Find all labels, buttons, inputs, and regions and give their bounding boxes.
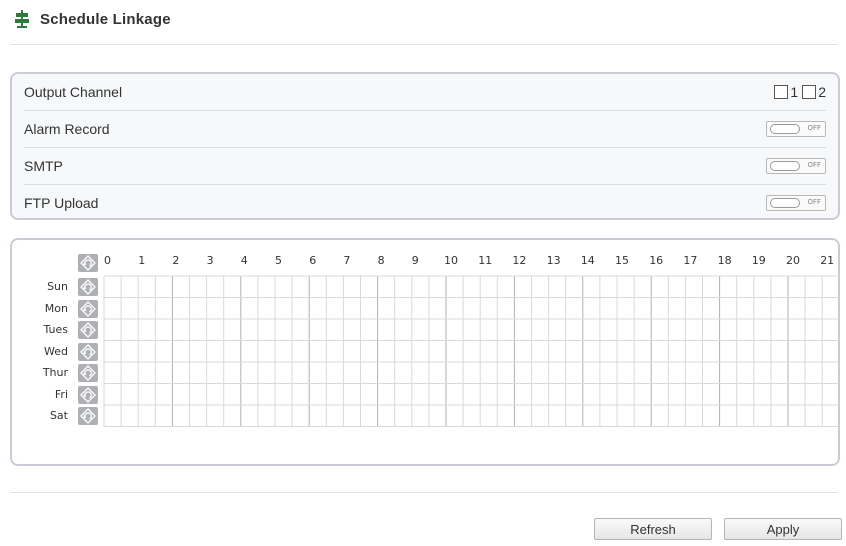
ftp-upload-toggle[interactable]: OFF — [766, 195, 826, 211]
page-header: Schedule Linkage — [14, 8, 171, 30]
channel-2-checkbox[interactable] — [802, 85, 817, 99]
alarm-record-toggle[interactable]: OFF — [766, 121, 826, 137]
cycle-icon — [80, 386, 96, 403]
day-label-sun: Sun — [47, 280, 68, 293]
refresh-button[interactable]: Refresh — [594, 518, 712, 540]
day-label-sat: Sat — [49, 409, 68, 422]
toggle-knob — [770, 198, 800, 208]
toggle-knob — [770, 161, 800, 171]
option-row-smtp: SMTP OFF — [24, 148, 826, 185]
day-cycle-button-sat[interactable] — [78, 407, 98, 425]
smtp-toggle[interactable]: OFF — [766, 158, 826, 174]
apply-button[interactable]: Apply — [724, 518, 842, 540]
schedule-panel: 0 1 2 3 4 5 6 7 8 9 10 11 12 13 14 15 16 17 18 19 20 21 Sun Mon… — [10, 238, 840, 466]
schedule-grid: 0 1 2 3 4 5 6 7 8 9 10 11 12 13 14 15 16 17 18 19 20 21 Sun Mon… — [12, 240, 838, 464]
channel-1-checkbox[interactable] — [774, 85, 789, 99]
toggle-state: OFF — [807, 198, 821, 206]
output-channel-checkboxes: 1 2 — [770, 84, 826, 100]
schedule-cells[interactable] — [12, 240, 838, 464]
ftp-upload-label: FTP Upload — [24, 195, 99, 211]
day-cycle-button-thur[interactable] — [78, 364, 98, 382]
day-cycle-button-sun[interactable] — [78, 278, 98, 296]
option-row-ftp-upload: FTP Upload OFF — [24, 185, 826, 221]
toggle-state: OFF — [807, 124, 821, 132]
linkage-options-panel: Output Channel 1 2 Alarm Record OFF SMTP… — [10, 72, 840, 220]
cycle-icon — [80, 300, 96, 317]
cycle-icon — [80, 408, 96, 424]
option-row-alarm-record: Alarm Record OFF — [24, 111, 826, 148]
output-channel-label: Output Channel — [24, 84, 123, 100]
footer-divider — [10, 492, 838, 493]
cycle-icon — [80, 322, 96, 338]
toggle-state: OFF — [807, 161, 821, 169]
page-title: Schedule Linkage — [40, 10, 171, 28]
day-label-tues: Tues — [43, 323, 68, 336]
cycle-icon — [80, 343, 96, 360]
alarm-record-label: Alarm Record — [24, 121, 110, 137]
cycle-icon — [80, 365, 96, 381]
day-label-mon: Mon — [44, 301, 68, 315]
day-label-fri: Fri — [54, 387, 68, 401]
day-cycle-button-wed[interactable] — [78, 342, 98, 361]
smtp-label: SMTP — [24, 158, 63, 174]
channel-1-label: 1 — [790, 84, 799, 100]
day-cycle-button-mon[interactable] — [78, 299, 98, 318]
channel-2-label: 2 — [818, 84, 826, 100]
day-label-thur: Thur — [42, 366, 68, 379]
day-cycle-button-fri[interactable] — [78, 385, 98, 404]
day-label-wed: Wed — [44, 344, 68, 358]
day-cycle-button-tues[interactable] — [78, 321, 98, 339]
option-row-output-channel: Output Channel 1 2 — [24, 74, 826, 111]
signpost-icon — [15, 10, 29, 28]
header-divider — [10, 44, 838, 45]
toggle-knob — [770, 124, 800, 134]
cycle-icon — [80, 279, 96, 295]
